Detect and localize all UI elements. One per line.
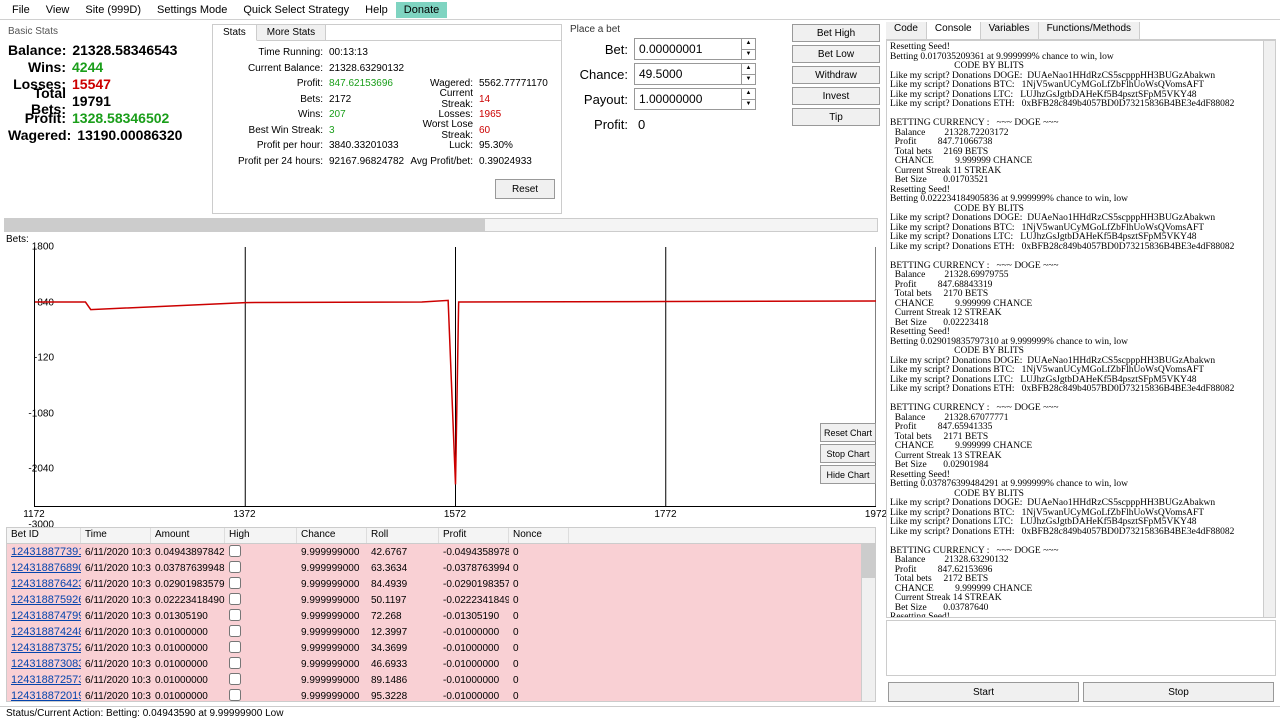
- bet-id-link[interactable]: 124318873752: [11, 642, 81, 654]
- bet-spinner[interactable]: ▲▼: [742, 38, 756, 60]
- bet-id-link[interactable]: 124318873083: [11, 658, 81, 670]
- table-row[interactable]: 1243188730836/11/2020 10:34:...0.0100000…: [7, 656, 875, 672]
- table-row[interactable]: 1243188764236/11/2020 10:34:...0.0290198…: [7, 576, 875, 592]
- reset-chart-button[interactable]: Reset Chart: [820, 423, 876, 442]
- menu-donate[interactable]: Donate: [396, 2, 447, 18]
- wagered-value: 13190.00086320: [77, 127, 202, 143]
- bet-low-button[interactable]: Bet Low: [792, 45, 880, 63]
- bet-profit-value: 0: [634, 117, 645, 132]
- bet-panel: Place a bet Bet:▲▼ Chance:▲▼ Payout:▲▼ P…: [564, 20, 790, 218]
- console-scrollbar[interactable]: [1263, 41, 1275, 617]
- table-row[interactable]: 1243188720196/11/2020 10:34:...0.0100000…: [7, 688, 875, 702]
- bet-id-link[interactable]: 124318872019: [11, 690, 81, 702]
- menu-help[interactable]: Help: [357, 2, 396, 18]
- stats-panel: Stats More Stats Time Running:00:13:13 C…: [212, 24, 562, 214]
- tab-more-stats[interactable]: More Stats: [257, 25, 326, 40]
- table-row[interactable]: 1243188737526/11/2020 10:34:...0.0100000…: [7, 640, 875, 656]
- bet-high-button[interactable]: Bet High: [792, 24, 880, 42]
- start-button[interactable]: Start: [888, 682, 1079, 702]
- tip-button[interactable]: Tip: [792, 108, 880, 126]
- menu-view[interactable]: View: [38, 2, 78, 18]
- table-row[interactable]: 1243188747996/11/2020 10:34:...0.0130519…: [7, 608, 875, 624]
- console-output[interactable]: Resetting Seed! Betting 0.017035209361 a…: [886, 40, 1276, 618]
- menu-settings[interactable]: Settings Mode: [149, 2, 235, 18]
- payout-input[interactable]: [634, 88, 742, 110]
- table-row[interactable]: 1243188768906/11/2020 10:34:...0.0378763…: [7, 560, 875, 576]
- profit-chart: 1800840-120-1080-2040-3000 1172137215721…: [6, 247, 876, 525]
- table-row[interactable]: 1243188742486/11/2020 10:34:...0.0100000…: [7, 624, 875, 640]
- high-checkbox[interactable]: [229, 545, 241, 557]
- stop-chart-button[interactable]: Stop Chart: [820, 444, 876, 463]
- reset-stats-button[interactable]: Reset: [495, 179, 555, 199]
- h-scrollbar[interactable]: [4, 218, 878, 232]
- menu-file[interactable]: File: [4, 2, 38, 18]
- high-checkbox[interactable]: [229, 561, 241, 573]
- high-checkbox[interactable]: [229, 641, 241, 653]
- basic-stats: Basic Stats Balance:21328.58346543 Wins:…: [0, 20, 210, 218]
- bets-table: Bet ID Time Amount High Chance Roll Prof…: [6, 527, 876, 702]
- high-checkbox[interactable]: [229, 577, 241, 589]
- bet-id-link[interactable]: 124318874799: [11, 610, 81, 622]
- basic-title: Basic Stats: [8, 26, 202, 37]
- balance-value: 21328.58346543: [72, 42, 202, 58]
- bets-label: Bets:: [0, 232, 882, 247]
- wins-value: 4244: [72, 59, 202, 75]
- invest-button[interactable]: Invest: [792, 87, 880, 105]
- high-checkbox[interactable]: [229, 657, 241, 669]
- tab-code[interactable]: Code: [886, 22, 927, 39]
- menu-quick[interactable]: Quick Select Strategy: [235, 2, 357, 18]
- bet-id-link[interactable]: 124318876423: [11, 578, 81, 590]
- bet-id-link[interactable]: 124318874248: [11, 626, 81, 638]
- high-checkbox[interactable]: [229, 673, 241, 685]
- high-checkbox[interactable]: [229, 593, 241, 605]
- menubar: File View Site (999D) Settings Mode Quic…: [0, 0, 1280, 20]
- losses-value: 15547: [72, 76, 202, 92]
- tab-console[interactable]: Console: [927, 22, 981, 39]
- table-row[interactable]: 1243188725736/11/2020 10:34:...0.0100000…: [7, 672, 875, 688]
- tab-stats[interactable]: Stats: [213, 25, 257, 41]
- status-bar: Status/Current Action: Betting: 0.049435…: [0, 706, 1280, 720]
- hide-chart-button[interactable]: Hide Chart: [820, 465, 876, 484]
- chance-input[interactable]: [634, 63, 742, 85]
- payout-spinner[interactable]: ▲▼: [742, 88, 756, 110]
- stop-button[interactable]: Stop: [1083, 682, 1274, 702]
- bet-id-link[interactable]: 124318877391: [11, 546, 81, 558]
- high-checkbox[interactable]: [229, 625, 241, 637]
- tab-variables[interactable]: Variables: [981, 22, 1039, 39]
- menu-site[interactable]: Site (999D): [77, 2, 149, 18]
- table-scrollbar[interactable]: [861, 544, 875, 701]
- high-checkbox[interactable]: [229, 609, 241, 621]
- table-row[interactable]: 1243188773916/11/2020 10:34:...0.0494389…: [7, 544, 875, 560]
- bet-actions: Bet High Bet Low Withdraw Invest Tip: [790, 20, 882, 218]
- bet-id-link[interactable]: 124318875926: [11, 594, 81, 606]
- bet-id-link[interactable]: 124318872573: [11, 674, 81, 686]
- table-row[interactable]: 1243188759266/11/2020 10:34:...0.0222341…: [7, 592, 875, 608]
- withdraw-button[interactable]: Withdraw: [792, 66, 880, 84]
- console-input[interactable]: [886, 620, 1276, 676]
- totalbets-value: 19791: [72, 93, 202, 109]
- chance-spinner[interactable]: ▲▼: [742, 63, 756, 85]
- high-checkbox[interactable]: [229, 689, 241, 701]
- tab-functions[interactable]: Functions/Methods: [1039, 22, 1141, 39]
- bet-input[interactable]: [634, 38, 742, 60]
- profit-value: 1328.58346502: [72, 110, 202, 126]
- bet-id-link[interactable]: 124318876890: [11, 562, 81, 574]
